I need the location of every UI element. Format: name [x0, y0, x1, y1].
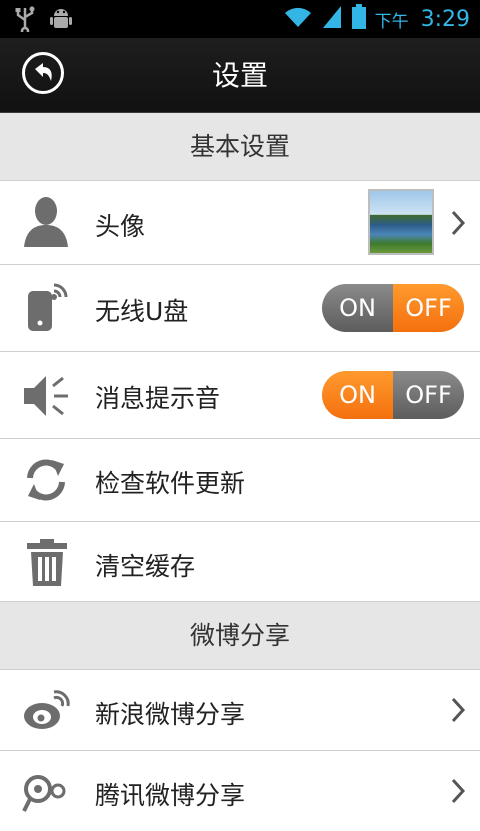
- wireless-disk-toggle[interactable]: ON OFF: [322, 284, 464, 332]
- tencent-weibo-icon: [22, 769, 72, 817]
- list-item-sina-weibo[interactable]: 新浪微博分享: [0, 669, 480, 750]
- list-item-label: 检查软件更新: [95, 469, 246, 498]
- status-time: 3:29: [420, 6, 470, 32]
- message-tone-toggle[interactable]: ON OFF: [322, 371, 464, 419]
- status-ampm: 下午: [374, 11, 409, 32]
- signal-icon: [321, 4, 343, 34]
- wifi-icon: [283, 5, 313, 33]
- section-header-weibo: 微博分享: [0, 603, 480, 669]
- list-item-label: 头像: [95, 212, 146, 241]
- usb-icon: [14, 6, 36, 36]
- chevron-right-icon: [450, 777, 466, 809]
- list-item-label: 新浪微博分享: [95, 700, 246, 729]
- refresh-icon: [22, 456, 70, 508]
- toggle-off-label: OFF: [393, 284, 464, 332]
- page-title: 设置: [211, 59, 268, 92]
- toggle-off-label: OFF: [393, 371, 464, 419]
- title-bar: 设置: [0, 38, 480, 113]
- chevron-right-icon: [450, 209, 466, 241]
- chevron-right-icon: [450, 696, 466, 728]
- list-item-message-tone: 消息提示音 ON OFF: [0, 351, 480, 438]
- list-item-check-update[interactable]: 检查软件更新: [0, 438, 480, 521]
- person-icon: [22, 195, 70, 253]
- toggle-on-label: ON: [322, 371, 393, 419]
- sina-weibo-icon: [22, 688, 72, 736]
- list-item-label: 清空缓存: [95, 552, 196, 581]
- list-item-avatar[interactable]: 头像: [0, 180, 480, 264]
- status-bar: 下午 3:29: [0, 0, 480, 38]
- avatar: [368, 189, 434, 255]
- list-item-clear-cache[interactable]: 清空缓存: [0, 521, 480, 602]
- section-header-basic: 基本设置: [0, 114, 480, 180]
- list-item-label: 无线U盘: [95, 297, 189, 326]
- toggle-on-label: ON: [322, 284, 393, 332]
- list-item-wireless-disk: 无线U盘 ON OFF: [0, 264, 480, 351]
- list-item-label: 消息提示音: [95, 384, 221, 413]
- trash-icon: [26, 539, 68, 591]
- speaker-icon: [22, 372, 72, 424]
- list-item-label: 腾讯微博分享: [95, 781, 246, 810]
- wireless-disk-icon: [24, 279, 72, 339]
- battery-icon: [351, 4, 367, 34]
- android-debug-icon: [48, 6, 74, 36]
- list-item-tencent-weibo[interactable]: 腾讯微博分享: [0, 750, 480, 831]
